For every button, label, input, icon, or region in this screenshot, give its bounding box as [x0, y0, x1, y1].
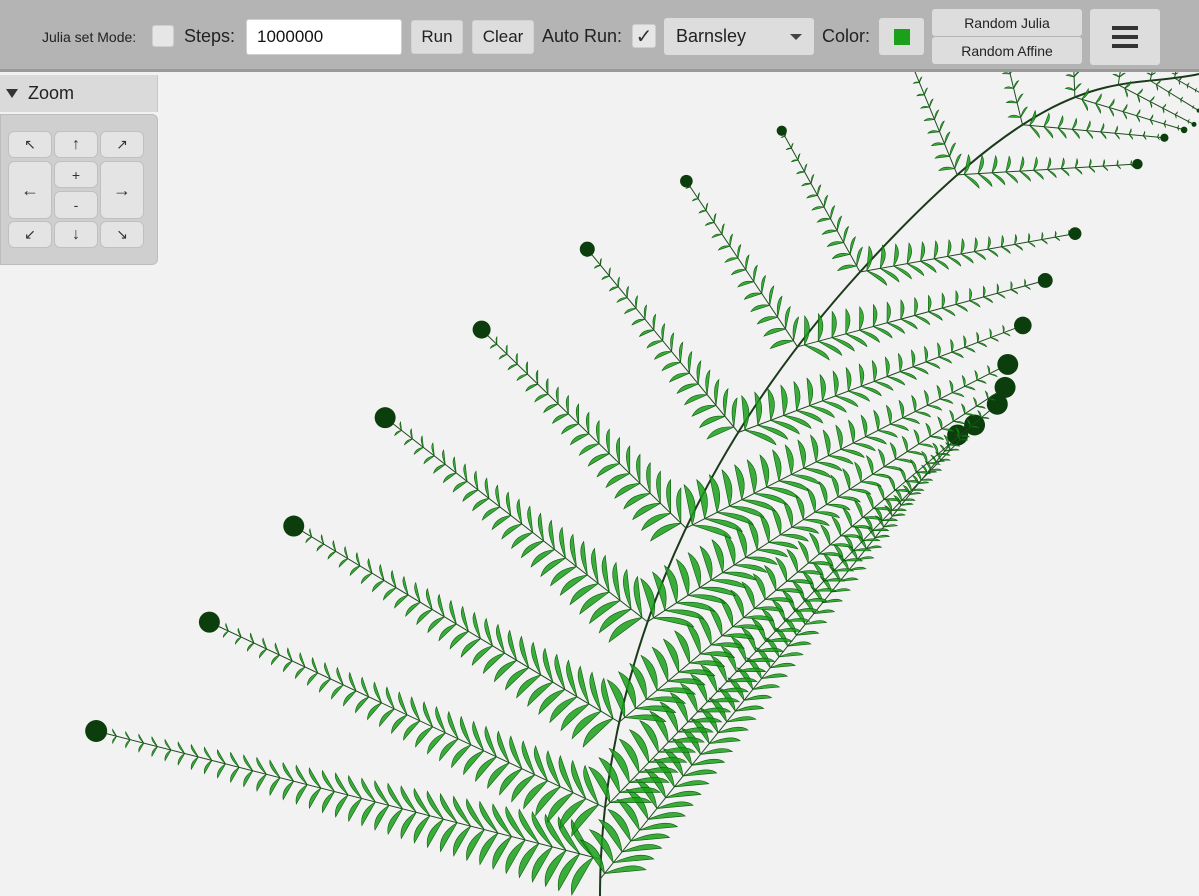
pan-down-button[interactable]: ↓	[54, 221, 98, 248]
menu-button[interactable]	[1090, 9, 1160, 65]
arrow-left-icon: ←	[21, 179, 39, 200]
pan-up-right-button[interactable]: ↗	[100, 131, 144, 158]
random-affine-button[interactable]: Random Affine	[932, 37, 1082, 64]
arrow-up-right-icon: ↗	[116, 136, 128, 152]
fern-rachis	[599, 73, 1199, 896]
auto-run-checkbox[interactable]: ✓	[632, 24, 656, 48]
random-buttons-group: Random Julia Random Affine	[932, 9, 1082, 65]
toolbar: Julia set Mode: Steps: Run Clear Auto Ru…	[0, 0, 1199, 72]
julia-mode-checkbox[interactable]	[152, 25, 174, 47]
pan-right-button[interactable]: →	[100, 161, 144, 219]
pan-left-button[interactable]: ←	[8, 161, 52, 219]
barnsley-fern-render	[85, 72, 1199, 896]
minus-icon: -	[73, 197, 79, 213]
zoom-panel-header[interactable]: Zoom	[0, 75, 158, 112]
arrow-down-icon: ↓	[72, 225, 80, 243]
hamburger-icon	[1112, 26, 1138, 48]
color-label: Color:	[822, 26, 871, 46]
fern-pinnae	[85, 72, 1199, 896]
zoom-label: Zoom	[28, 83, 75, 103]
zoom-out-button[interactable]: -	[54, 191, 98, 219]
steps-input[interactable]	[246, 19, 402, 55]
julia-mode-label: Julia set Mode:	[42, 29, 137, 45]
color-swatch	[892, 27, 911, 46]
fractal-app: Julia set Mode: Steps: Run Clear Auto Ru…	[0, 0, 1199, 896]
fractal-canvas[interactable]	[0, 72, 1199, 896]
arrow-right-icon: →	[113, 179, 131, 200]
color-picker-button[interactable]	[879, 18, 924, 55]
zoom-in-button[interactable]: +	[54, 161, 98, 188]
collapse-triangle-icon	[6, 89, 18, 98]
steps-label: Steps:	[184, 26, 236, 46]
arrow-up-left-icon: ↖	[24, 136, 36, 152]
plus-icon: +	[71, 166, 81, 183]
checkmark-icon: ✓	[635, 25, 653, 48]
zoom-pad: ↖ ↑ ↗ ← + - → ↙ ↓ ↘	[0, 114, 158, 265]
arrow-up-icon: ↑	[72, 135, 80, 153]
clear-button[interactable]: Clear	[472, 20, 534, 54]
pan-down-left-button[interactable]: ↙	[8, 221, 52, 248]
random-julia-button[interactable]: Random Julia	[932, 9, 1082, 36]
run-button[interactable]: Run	[411, 20, 463, 54]
dropdown-caret-icon	[790, 34, 802, 40]
pan-up-left-button[interactable]: ↖	[8, 131, 52, 158]
arrow-down-right-icon: ↘	[116, 226, 128, 242]
pan-down-right-button[interactable]: ↘	[100, 221, 144, 248]
pan-up-button[interactable]: ↑	[54, 131, 98, 158]
auto-run-label: Auto Run:	[542, 26, 623, 46]
fractal-type-select[interactable]: Barnsley	[664, 18, 814, 55]
arrow-down-left-icon: ↙	[24, 226, 36, 242]
fractal-type-value: Barnsley	[676, 26, 747, 46]
